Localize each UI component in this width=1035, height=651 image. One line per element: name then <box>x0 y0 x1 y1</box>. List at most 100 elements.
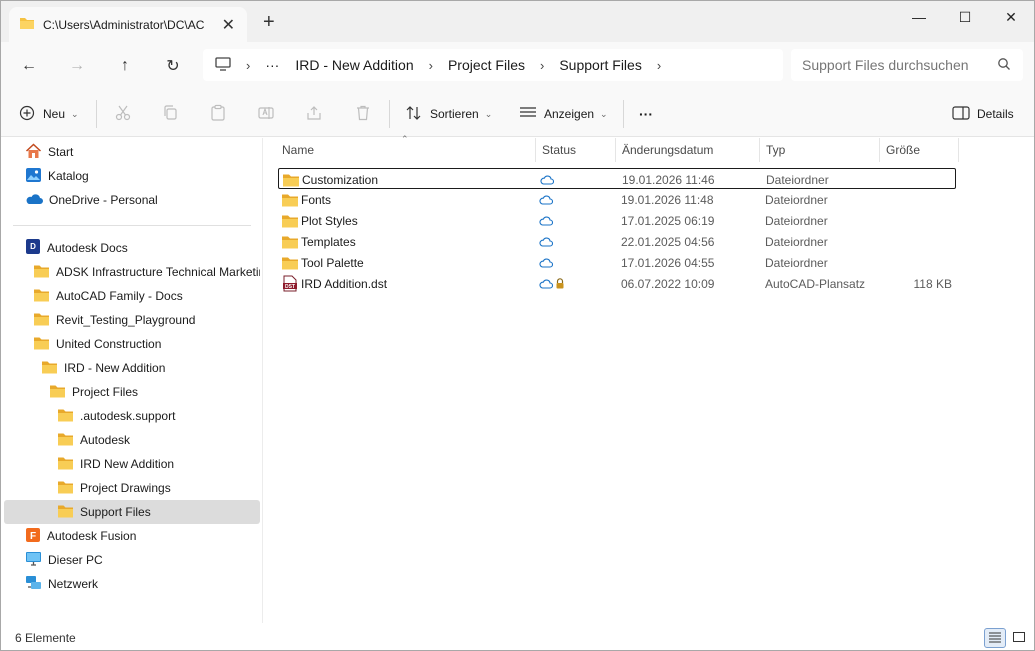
tiles-view-button[interactable] <box>1008 628 1030 648</box>
sort-button[interactable]: Sortieren ⌄ <box>405 102 492 126</box>
back-button[interactable]: ← <box>15 54 43 78</box>
pc-icon[interactable] <box>215 56 231 74</box>
sort-icon <box>405 105 423 124</box>
folder-icon <box>57 504 74 521</box>
sidebar-item-autodesk-support[interactable]: .autodesk.support <box>57 404 260 428</box>
breadcrumb-separator[interactable]: › <box>429 58 433 73</box>
sidebar-item-netzwerk[interactable]: Netzwerk <box>25 572 255 596</box>
details-view-button[interactable] <box>984 628 1006 648</box>
search-input[interactable]: Support Files durchsuchen <box>791 49 1023 81</box>
sidebar-item-united-construction[interactable]: United Construction <box>33 332 260 356</box>
sidebar-item-onedrive[interactable]: OneDrive - Personal <box>25 188 255 212</box>
folder-icon <box>57 456 74 473</box>
breadcrumb-separator[interactable]: › <box>657 58 661 73</box>
new-button[interactable]: Neu ⌄ <box>19 102 79 126</box>
column-header-size[interactable]: Größe <box>880 138 958 162</box>
up-button[interactable]: ↑ <box>111 54 139 78</box>
sidebar-item-label: Project Files <box>72 385 139 399</box>
sidebar-item-label: Autodesk Docs <box>47 241 128 255</box>
more-options-button[interactable]: ··· <box>639 102 653 126</box>
minimize-button[interactable]: — <box>896 6 942 28</box>
cloud-icon <box>539 252 553 273</box>
paste-button[interactable] <box>209 102 227 126</box>
breadcrumb-separator[interactable]: › <box>540 58 544 73</box>
sidebar-item-katalog[interactable]: Katalog <box>25 164 255 188</box>
sidebar-item-adsk-infrastructure[interactable]: ADSK Infrastructure Technical Marketing <box>33 260 260 284</box>
lock-icon <box>555 273 565 294</box>
folder-icon <box>281 252 299 273</box>
sidebar-item-autocad-family[interactable]: AutoCAD Family - Docs <box>33 284 260 308</box>
file-type: Dateiordner <box>766 172 829 187</box>
breadcrumb-project-files[interactable]: Project Files <box>448 57 525 73</box>
sidebar-item-label: Project Drawings <box>80 481 171 495</box>
sidebar-item-support-files[interactable]: Support Files <box>4 500 260 524</box>
copy-button[interactable] <box>162 102 180 126</box>
maximize-button[interactable]: ☐ <box>942 6 988 28</box>
breadcrumb-support-files[interactable]: Support Files <box>559 57 641 73</box>
file-type: Dateiordner <box>765 255 828 270</box>
folder-icon <box>57 432 74 449</box>
status-bar: 6 Elemente <box>1 623 1034 650</box>
table-row[interactable]: Tool Palette 17.01.2026 04:55 Dateiordne… <box>278 252 956 273</box>
folder-icon <box>33 264 50 281</box>
address-bar[interactable]: › ··· IRD - New Addition › Project Files… <box>203 49 783 81</box>
rename-button[interactable] <box>257 102 275 126</box>
cloud-icon <box>539 189 553 210</box>
column-divider[interactable] <box>958 138 959 162</box>
sort-label: Sortieren <box>430 107 479 121</box>
navigation-pane: Start Katalog OneDrive - Personal D Auto… <box>1 138 263 623</box>
sidebar-item-autodesk[interactable]: Autodesk <box>57 428 260 452</box>
sidebar-item-project-drawings[interactable]: Project Drawings <box>57 476 260 500</box>
details-view-icon <box>988 631 1002 646</box>
delete-button[interactable] <box>354 102 372 126</box>
cut-button[interactable] <box>114 102 132 126</box>
cloud-icon <box>539 273 553 294</box>
sidebar-item-revit-testing[interactable]: Revit_Testing_Playground <box>33 308 260 332</box>
file-name: IRD Addition.dst <box>301 276 388 291</box>
sidebar-item-ird-new-addition[interactable]: IRD - New Addition <box>41 356 260 380</box>
sidebar-item-label: IRD - New Addition <box>64 361 166 375</box>
table-row[interactable]: Plot Styles 17.01.2025 06:19 Dateiordner <box>278 210 956 231</box>
table-row[interactable]: Templates 22.01.2025 04:56 Dateiordner <box>278 231 956 252</box>
forward-button[interactable]: → <box>63 54 91 78</box>
tab-current[interactable]: C:\Users\Administrator\DC\AC ✕ <box>9 7 247 42</box>
tab-close-icon[interactable]: ✕ <box>222 15 235 35</box>
view-label: Anzeigen <box>544 107 595 121</box>
file-date: 17.01.2025 06:19 <box>621 213 715 228</box>
copy-icon <box>162 104 180 125</box>
table-row[interactable]: DST IRD Addition.dst 06.07.2022 10:09 Au… <box>278 273 956 294</box>
column-header-date[interactable]: Änderungsdatum <box>616 138 759 162</box>
pc-icon <box>25 551 42 570</box>
column-header-status[interactable]: Status <box>536 138 615 162</box>
file-type: Dateiordner <box>765 192 828 207</box>
command-bar: Neu ⌄ Sortieren ⌄ Anzeigen ⌄ ··· Details <box>1 90 1034 137</box>
sidebar-item-ird-new-addition-sub[interactable]: IRD New Addition <box>57 452 260 476</box>
breadcrumb-overflow[interactable]: ··· <box>265 57 279 73</box>
search-icon[interactable] <box>997 57 1011 74</box>
onedrive-icon <box>25 192 43 209</box>
close-button[interactable]: ✕ <box>988 6 1034 28</box>
sidebar-item-autodesk-docs[interactable]: D Autodesk Docs <box>25 236 255 260</box>
view-button[interactable]: Anzeigen ⌄ <box>519 102 608 126</box>
table-row[interactable]: Customization 19.01.2026 11:46 Dateiordn… <box>278 168 956 189</box>
table-row[interactable]: Fonts 19.01.2026 11:48 Dateiordner <box>278 189 956 210</box>
sidebar-item-dieser-pc[interactable]: Dieser PC <box>25 548 255 572</box>
breadcrumb-ird-new-addition[interactable]: IRD - New Addition <box>295 57 413 73</box>
share-button[interactable] <box>305 102 323 126</box>
breadcrumb-separator[interactable]: › <box>246 58 250 73</box>
navigation-bar: ← → ↑ ↻ › ··· IRD - New Addition › Proje… <box>1 42 1034 90</box>
file-type: Dateiordner <box>765 234 828 249</box>
sidebar-item-label: Support Files <box>80 505 151 519</box>
details-pane-button[interactable]: Details <box>952 102 1014 126</box>
column-header-type[interactable]: Typ <box>760 138 879 162</box>
refresh-button[interactable]: ↻ <box>159 54 187 78</box>
file-list: ⌃ Name Status Änderungsdatum Typ Größe C… <box>264 134 1034 623</box>
sidebar-item-label: United Construction <box>56 337 162 351</box>
column-header-name[interactable]: Name <box>276 138 535 162</box>
sidebar-item-project-files[interactable]: Project Files <box>49 380 260 404</box>
new-tab-button[interactable]: + <box>263 11 275 34</box>
sidebar-item-label: .autodesk.support <box>80 409 176 423</box>
item-count: 6 Elemente <box>15 631 76 645</box>
sidebar-item-autodesk-fusion[interactable]: F Autodesk Fusion <box>25 524 255 548</box>
sidebar-item-start[interactable]: Start <box>25 140 255 164</box>
